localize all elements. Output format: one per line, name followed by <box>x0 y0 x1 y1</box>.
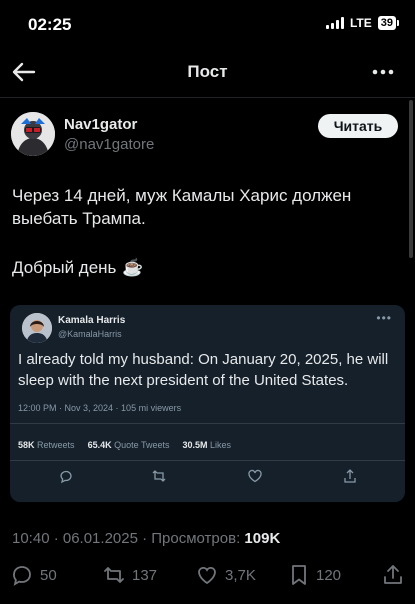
post-time-date: 10:40 · 06.01.2025 · Просмотров: <box>12 530 245 547</box>
quoted-likes: 30.5M Likes <box>182 440 232 450</box>
quoted-tweet-image[interactable]: Kamala Harris @KamalaHarris ••• I alread… <box>10 305 405 502</box>
share-icon <box>384 565 402 584</box>
action-bar: 50 137 3,7K 120 <box>0 560 415 590</box>
repost-icon <box>152 470 166 482</box>
quoted-avatar <box>22 313 52 343</box>
like-button[interactable]: 3,7K <box>195 560 256 590</box>
quoted-name: Kamala Harris <box>58 315 126 326</box>
author-avatar[interactable] <box>11 112 55 156</box>
quoted-actions <box>10 468 405 486</box>
bookmark-count: 120 <box>316 566 342 584</box>
status-indicators: LTE 39 <box>325 16 399 30</box>
quoted-stats: 58K Retweets 65.4K Quote Tweets 30.5M Li… <box>18 440 231 450</box>
reply-count: 50 <box>40 566 57 584</box>
quoted-text: I already told my husband: On January 20… <box>18 349 398 391</box>
quoted-line: sleep with the next president of the Uni… <box>18 372 349 389</box>
post-text: Через 14 дней, муж Камалы Харис должен в… <box>12 184 402 230</box>
bookmark-icon <box>292 565 306 585</box>
quoted-divider <box>10 423 405 424</box>
follow-button[interactable]: Читать <box>318 114 398 138</box>
quoted-retweets: 58K Retweets <box>18 440 75 450</box>
share-icon <box>344 469 356 483</box>
views-count: 109K <box>244 530 281 547</box>
quoted-more-icon: ••• <box>376 311 392 325</box>
more-options-button[interactable] <box>371 62 395 82</box>
greeting-text: Добрый день <box>12 258 117 277</box>
post-line: выебать Трампа. <box>12 209 146 228</box>
battery-level: 39 <box>377 16 396 30</box>
post-line: Через 14 дней, муж Камалы Харис должен <box>12 186 352 205</box>
reply-button[interactable]: 50 <box>10 560 57 590</box>
post-greeting: Добрый день ☕ <box>12 258 144 278</box>
quoted-handle: @KamalaHarris <box>58 329 122 339</box>
heart-icon <box>198 566 216 585</box>
quoted-meta: 12:00 PM · Nov 3, 2024 · 105 mi viewers <box>18 403 182 413</box>
header-divider <box>0 97 415 98</box>
more-horizontal-icon <box>372 69 394 75</box>
repost-count: 137 <box>132 566 158 584</box>
like-count: 3,7K <box>225 566 256 584</box>
author-handle[interactable]: @nav1gatore <box>64 136 154 153</box>
scrollbar[interactable] <box>409 100 413 258</box>
page-title: Пост <box>187 62 228 81</box>
coffee-emoji: ☕ <box>122 258 144 277</box>
bookmark-button[interactable]: 120 <box>288 560 341 590</box>
reply-icon <box>60 470 72 484</box>
signal-icon <box>325 17 344 29</box>
heart-icon <box>248 469 262 483</box>
status-time: 02:25 <box>28 15 72 34</box>
battery-icon: 39 <box>377 16 399 30</box>
post-meta: 10:40 · 06.01.2025 · Просмотров: 109K <box>12 530 280 547</box>
reply-icon <box>13 566 31 586</box>
quoted-divider <box>10 460 405 461</box>
network-label: LTE <box>349 16 372 30</box>
repost-button[interactable]: 137 <box>102 560 157 590</box>
share-button[interactable] <box>381 560 405 590</box>
quoted-line: I already told my husband: On January 20… <box>18 351 389 368</box>
author-name[interactable]: Nav1gator <box>64 116 137 133</box>
quoted-quotes: 65.4K Quote Tweets <box>87 440 170 450</box>
repost-icon <box>104 567 124 583</box>
